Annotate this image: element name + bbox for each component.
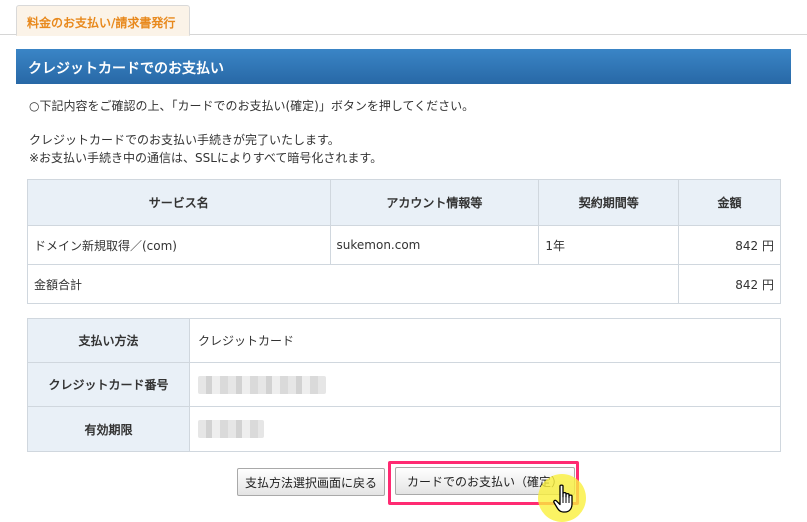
- tab-label: 料金のお支払い/請求書発行: [27, 16, 176, 30]
- term-cell: 1年: [538, 225, 680, 265]
- card-number-label: クレジットカード番号: [27, 362, 190, 407]
- redacted-card-number: [198, 375, 326, 394]
- column-header-account: アカウント情報等: [329, 179, 540, 226]
- payment-method-value: クレジットカード: [189, 318, 781, 363]
- account-cell: sukemon.com: [329, 225, 540, 265]
- order-summary-table: サービス名 アカウント情報等 契約期間等 金額 ドメイン新規取得／(com) s…: [26, 179, 781, 304]
- amount-cell: 842 円: [678, 225, 781, 265]
- total-amount: 842 円: [678, 264, 781, 304]
- back-to-payment-method-button[interactable]: 支払方法選択画面に戻る: [237, 468, 385, 496]
- tab-payment-invoice[interactable]: 料金のお支払い/請求書発行: [16, 5, 190, 36]
- payment-method-label: 支払い方法: [27, 318, 190, 363]
- expiry-label: 有効期限: [27, 406, 190, 452]
- redacted-expiry: [198, 420, 264, 438]
- instruction-text: ○下記内容をご確認の上、「カードでのお支払い(確定)」ボタンを押してください。: [29, 99, 475, 113]
- payment-method-row: 支払い方法 クレジットカード: [27, 318, 781, 363]
- expiry-row: 有効期限: [27, 406, 781, 452]
- column-header-service: サービス名: [27, 179, 331, 226]
- column-header-term: 契約期間等: [538, 179, 680, 226]
- section-header: クレジットカードでのお支払い: [16, 49, 791, 84]
- table-row: ドメイン新規取得／(com) sukemon.com 1年 842 円: [27, 225, 781, 265]
- completion-note: クレジットカードでのお支払い手続きが完了いたします。: [29, 133, 340, 147]
- column-header-amount: 金額: [678, 179, 781, 226]
- total-row: 金額合計 842 円: [26, 264, 781, 304]
- card-number-value: [189, 362, 781, 407]
- table-header-row: サービス名 アカウント情報等 契約期間等 金額: [27, 179, 781, 226]
- total-label: 金額合計: [26, 264, 680, 304]
- service-name-cell: ドメイン新規取得／(com): [27, 225, 331, 265]
- ssl-note: ※お支払い手続き中の通信は、SSLによりすべて暗号化されます。: [29, 151, 383, 165]
- hand-cursor-icon: [553, 484, 573, 513]
- card-number-row: クレジットカード番号: [27, 362, 781, 407]
- expiry-value: [189, 406, 781, 452]
- tab-bar: 料金のお支払い/請求書発行: [0, 0, 807, 36]
- payment-details-table: 支払い方法 クレジットカード クレジットカード番号 有効期限: [27, 318, 781, 452]
- page-title: クレジットカードでのお支払い: [28, 61, 224, 77]
